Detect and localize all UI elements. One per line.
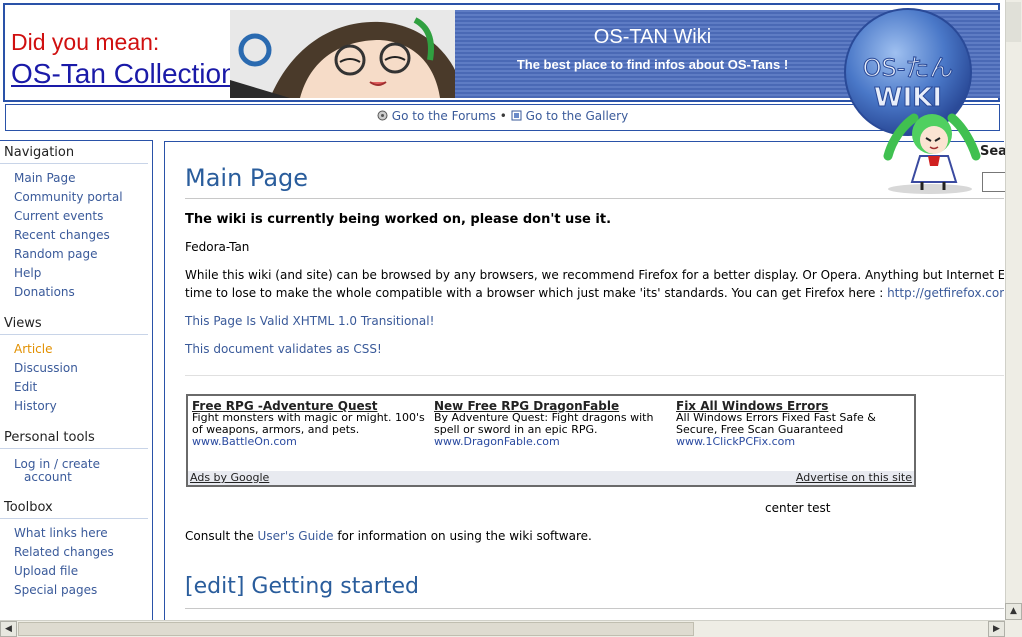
view-discussion-tab[interactable]: Discussion (14, 361, 78, 375)
logo-text-2: WIKI (874, 83, 942, 113)
nav-main-page[interactable]: Main Page (14, 171, 76, 185)
horizontal-scroll-thumb[interactable] (18, 622, 694, 636)
login-line2: account (24, 470, 72, 484)
page-title: Main Page (185, 164, 309, 192)
center-test-text: center test (765, 501, 831, 515)
did-you-mean-link[interactable]: OS-Tan Collections (11, 58, 251, 90)
main-content: Main Page The wiki is currently being wo… (164, 141, 1004, 631)
ad-item[interactable]: Free RPG -Adventure Quest Fight monsters… (192, 400, 432, 448)
scroll-left-arrow-icon[interactable]: ◀ (0, 621, 17, 637)
ad-item[interactable]: Fix All Windows Errors All Windows Error… (676, 400, 916, 448)
scroll-up-arrow-icon[interactable]: ▲ (1005, 603, 1022, 620)
ad-item[interactable]: New Free RPG DragonFable By Adventure Qu… (434, 400, 674, 448)
toolbox-heading: Toolbox (0, 496, 148, 519)
login-link[interactable]: Log in / create account (14, 457, 100, 484)
forum-icon (377, 106, 388, 121)
browser-note-line2: time to lose to make the whole compatibl… (185, 286, 1004, 300)
views-heading: Views (0, 312, 148, 335)
consult-suffix: for information on using the wiki softwa… (333, 529, 592, 543)
content-divider (185, 375, 1004, 376)
tool-what-links-here[interactable]: What links here (14, 526, 108, 540)
section-divider (185, 608, 1004, 609)
site-logo[interactable]: OS-たん WIKI (842, 6, 982, 196)
gallery-icon (511, 106, 522, 121)
consult-prefix: Consult the (185, 529, 258, 543)
personal-tools-portlet: Personal tools Log in / create account (0, 426, 152, 486)
nav-recent-changes[interactable]: Recent changes (14, 228, 110, 242)
did-you-mean: Did you mean: OS-Tan Collections (11, 29, 251, 90)
toolbox-portlet: Toolbox What links here Related changes … (0, 496, 152, 600)
login-line1: Log in / create (14, 457, 100, 471)
title-divider (185, 198, 1004, 199)
site-tagline: The best place to find infos about OS-Ta… (516, 57, 789, 72)
browser-note-text: time to lose to make the whole compatibl… (185, 286, 888, 300)
navigation-portlet: Navigation Main Page Community portal Cu… (0, 141, 152, 302)
css-valid-link[interactable]: This document validates as CSS! (185, 342, 382, 356)
wiki-warning: The wiki is currently being worked on, p… (185, 212, 612, 227)
section-title: Getting started (251, 574, 419, 599)
ads-by-google-link[interactable]: Ads by Google (190, 471, 269, 485)
browser-note-line1: While this wiki (and site) can be browse… (185, 268, 1004, 282)
sidebar: Navigation Main Page Community portal Cu… (0, 140, 153, 630)
scroll-right-arrow-icon[interactable]: ▶ (988, 621, 1005, 637)
section-edit-link[interactable]: [edit] (185, 574, 244, 599)
views-portlet: Views Article Discussion Edit History (0, 312, 152, 416)
ad-body: Fight monsters with magic or might. 100'… (192, 411, 425, 436)
consult-text: Consult the User's Guide for information… (185, 529, 592, 543)
nav-random-page[interactable]: Random page (14, 247, 97, 261)
vertical-scrollbar[interactable] (1005, 0, 1022, 620)
view-edit-tab[interactable]: Edit (14, 380, 37, 394)
vertical-scroll-thumb[interactable] (1006, 2, 1021, 42)
users-guide-link[interactable]: User's Guide (258, 529, 334, 543)
ad-footer: Ads by Google Advertise on this site (188, 471, 914, 485)
personal-tools-heading: Personal tools (0, 426, 148, 449)
site-title: OS-TAN Wiki (593, 26, 712, 48)
advertise-link[interactable]: Advertise on this site (796, 471, 912, 485)
tool-related-changes[interactable]: Related changes (14, 545, 114, 559)
did-you-mean-label: Did you mean: (11, 29, 160, 55)
xhtml-valid-link[interactable]: This Page Is Valid XHTML 1.0 Transitiona… (185, 314, 434, 328)
linkbar-separator: • (499, 109, 507, 123)
view-article-tab[interactable]: Article (14, 342, 53, 356)
ad-url[interactable]: www.1ClickPCFix.com (676, 436, 916, 448)
ad-body: All Windows Errors Fixed Fast Safe & Sec… (676, 411, 876, 436)
view-history-tab[interactable]: History (14, 399, 57, 413)
tool-special-pages[interactable]: Special pages (14, 583, 97, 597)
section-heading: [edit] Getting started (185, 574, 419, 599)
ad-body: By Adventure Quest: Fight dragons with s… (434, 411, 654, 436)
google-ads-box: Free RPG -Adventure Quest Fight monsters… (186, 394, 916, 487)
horizontal-scrollbar[interactable]: ◀ ▶ (0, 620, 1005, 637)
scrollbar-corner (1005, 620, 1022, 637)
nav-community-portal[interactable]: Community portal (14, 190, 123, 204)
ad-url[interactable]: www.BattleOn.com (192, 436, 432, 448)
logo-text-1: OS-たん (863, 54, 954, 82)
forums-link[interactable]: Go to the Forums (392, 109, 496, 123)
tool-upload-file[interactable]: Upload file (14, 564, 78, 578)
ad-url[interactable]: www.DragonFable.com (434, 436, 674, 448)
nav-donations[interactable]: Donations (14, 285, 75, 299)
navigation-heading: Navigation (0, 141, 148, 164)
gallery-link[interactable]: Go to the Gallery (526, 109, 629, 123)
nav-help[interactable]: Help (14, 266, 41, 280)
fedora-text: Fedora-Tan (185, 240, 250, 254)
search-label: Sea (980, 144, 1007, 159)
banner-mascot-art (230, 10, 455, 98)
nav-current-events[interactable]: Current events (14, 209, 103, 223)
firefox-link[interactable]: http://getfirefox.com (887, 286, 1004, 300)
